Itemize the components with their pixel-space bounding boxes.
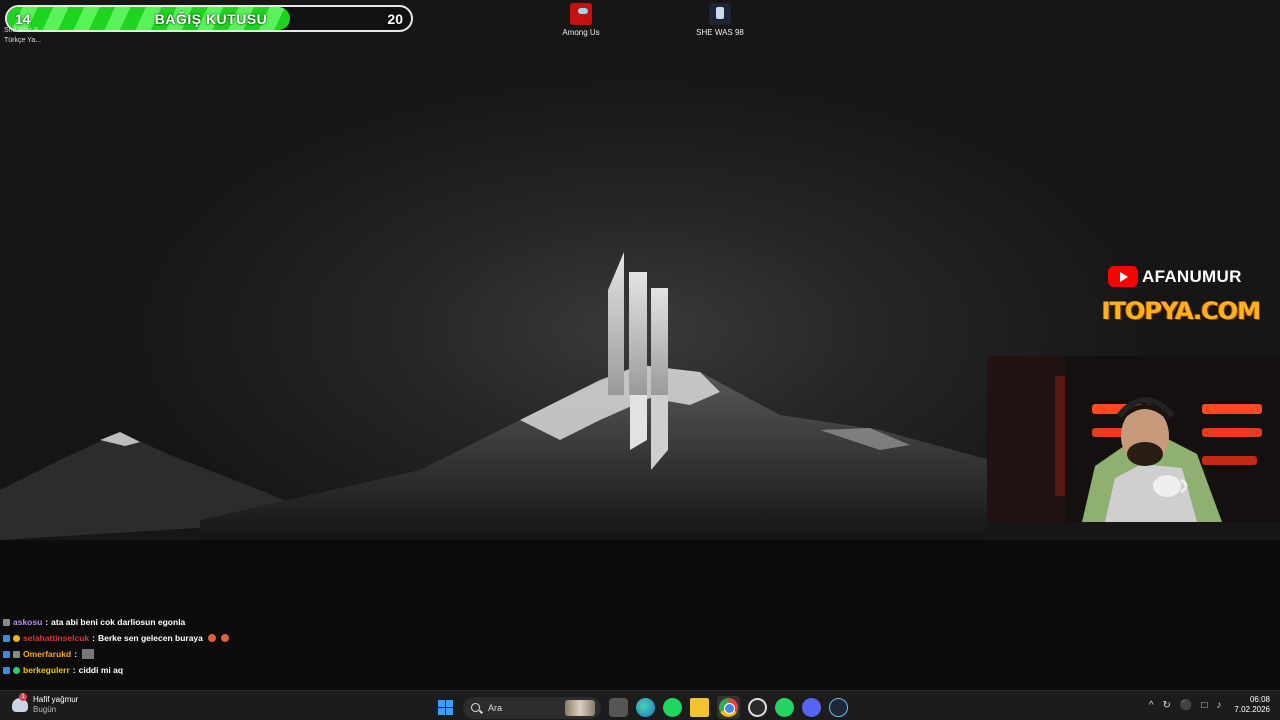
webcam-image [987,356,1280,522]
emoji-icon [207,634,216,642]
donation-goal: 20 [387,11,403,27]
weather-condition: Hafif yağmur [33,695,79,704]
chat-text: Berke sen gelecen buraya [97,633,203,643]
emote-image-icon [82,649,95,659]
weather-day: Bugün [33,705,57,714]
she-was-98-icon [709,3,731,25]
edge-icon[interactable] [636,698,655,717]
system-tray: ^ ↻ ⚫ □ ♪ 06:08 7.02.2026 [1149,695,1270,715]
desktop-icon-among-us[interactable]: Among Us [541,3,621,37]
chat-username: Omerfarukd [23,649,72,659]
taskbar-search[interactable]: Ara [463,696,601,719]
chat-message: Omerfarukd : [3,646,229,662]
start-button[interactable] [436,698,455,717]
search-placeholder: Ara [488,702,503,713]
wallpaper-art [0,252,1280,690]
taskbar-apps: Ara [436,696,848,719]
sponsor-logo: ITOPYA.COM [1101,297,1261,325]
file-explorer-icon[interactable] [690,698,709,717]
desktop-icon-she-was-98[interactable]: SHE WAS 98 [680,3,760,37]
donation-progress-bar: 14 BAĞIŞ KUTUSU 20 [5,5,413,32]
chat-badge-icon [3,650,10,658]
emoji-icon [220,634,229,642]
chrome-icon [719,698,738,717]
chat-badge-icon [13,650,20,658]
network-icon[interactable]: □ [1201,700,1207,711]
search-highlight-icon [565,699,595,716]
steam-icon[interactable] [829,698,848,717]
chat-badge-icon [13,634,20,642]
chat-username: askosu [13,617,43,627]
search-icon [471,703,480,712]
chat-badge-icon [3,618,10,626]
chat-text: ata abi beni cok darliosun egonla [51,617,186,627]
chevron-up-icon[interactable]: ^ [1149,700,1154,711]
chat-text: ciddi mi aq [78,665,124,675]
among-us-icon [570,3,592,25]
desktop-icon-partial[interactable]: She Was 9... Türkçe Ya... [4,26,44,46]
sync-icon[interactable]: ↻ [1163,700,1171,711]
chat-message: berkegulerr : ciddi mi aq [3,662,229,678]
stream-chat: askosu : ata abi beni cok darliosun egon… [3,614,229,678]
clock-date: 7.02.2026 [1234,705,1270,714]
spotify-icon[interactable] [663,698,682,717]
weather-widget[interactable]: Hafif yağmur Bugün [12,693,79,715]
task-view-icon[interactable] [609,698,628,717]
desktop-icon-label: Among Us [562,28,600,37]
chat-message: selahattinselcuk : Berke sen gelecen bur… [3,630,229,646]
youtube-icon [1108,266,1138,287]
desktop-icon-partial-label: She Was 9... [4,27,44,34]
clock[interactable]: 06:08 7.02.2026 [1234,695,1270,715]
chrome-taskbar-button[interactable] [717,696,740,719]
discord-icon[interactable] [802,698,821,717]
youtube-channel-tag: AFANUMUR [1108,266,1242,287]
microphone-icon[interactable]: ⚫ [1180,700,1192,711]
chat-badge-icon [3,666,10,674]
whatsapp-icon[interactable] [775,698,794,717]
webcam-feed [987,356,1280,522]
rain-cloud-icon [12,693,28,712]
desktop-icon-label: SHE WAS 98 [696,28,744,37]
chat-badge-icon [3,634,10,642]
desktop-icon-partial-label-2: Türkçe Ya... [4,37,42,44]
taskbar: Hafif yağmur Bugün Ara ^ ↻ ⚫ □ ♪ 06:08 [0,690,1280,720]
chat-username: berkegulerr [23,665,70,675]
windows-logo-icon [438,700,445,707]
chat-badge-icon [13,666,20,674]
chat-message: askosu : ata abi beni cok darliosun egon… [3,614,229,630]
donation-title: BAĞIŞ KUTUSU [154,11,268,27]
clock-time: 06:08 [1249,695,1270,704]
volume-icon[interactable]: ♪ [1216,700,1221,711]
obs-icon[interactable] [748,698,767,717]
chat-username: selahattinselcuk [23,633,90,643]
channel-name: AFANUMUR [1142,266,1242,286]
desktop-wallpaper [0,0,1280,690]
